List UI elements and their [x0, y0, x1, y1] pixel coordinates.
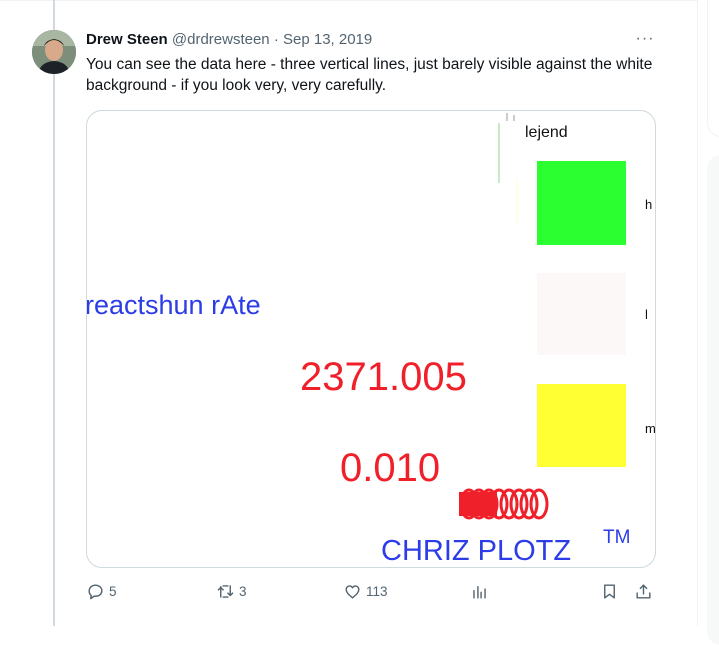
joke-plot: lejend h l m reactshun rAte 2371.005 0.0…	[87, 113, 655, 567]
heart-icon	[345, 584, 360, 599]
trademark-mark: TM	[603, 527, 630, 548]
like-count: 113	[366, 583, 388, 599]
tick-label-top: 2371.005	[300, 355, 467, 399]
reply-button[interactable]: 5	[86, 578, 117, 604]
sidebar-panel	[707, 155, 719, 645]
tweet-date[interactable]: Sep 13, 2019	[283, 31, 372, 48]
sidebar-card	[707, 0, 719, 137]
tweet-media-image[interactable]: lejend h l m reactshun rAte 2371.005 0.0…	[86, 110, 656, 568]
thread-line	[53, 0, 55, 626]
legend-swatch-m	[537, 384, 626, 467]
legend-title: lejend	[525, 124, 568, 141]
reply-count: 5	[109, 583, 117, 599]
retweet-button[interactable]: 3	[216, 578, 247, 604]
view-analytics-button[interactable]	[470, 578, 489, 604]
bookmark-button[interactable]	[600, 578, 619, 604]
display-name[interactable]: Drew Steen	[86, 31, 168, 48]
legend-label-m: m	[645, 421, 655, 436]
retweet-icon	[217, 584, 234, 598]
user-handle[interactable]: @drdrewsteen	[172, 31, 270, 48]
more-options-button[interactable]: ···	[633, 30, 657, 50]
tweet-text: You can see the data here - three vertic…	[86, 56, 653, 94]
share-icon	[636, 583, 651, 599]
retweet-count: 3	[239, 583, 247, 599]
y-axis-label: reactshun rAte	[87, 290, 261, 320]
overprinted-blob	[459, 492, 497, 516]
avatar[interactable]	[32, 30, 76, 74]
bookmark-icon	[604, 583, 615, 599]
legend-swatch-h	[537, 161, 626, 245]
top-divider	[0, 0, 697, 1]
like-button[interactable]: 113	[343, 578, 388, 604]
legend-label-h: h	[645, 197, 652, 212]
tweet-header: Drew Steen @drdrewsteen · Sep 13, 2019	[86, 30, 372, 50]
legend-label-l: l	[645, 307, 648, 322]
share-button[interactable]	[634, 578, 653, 604]
legend-swatch-l	[537, 273, 626, 355]
tick-label-bottom: 0.010	[340, 446, 440, 490]
tweet-actions: 5 3 113	[86, 578, 658, 604]
analytics-icon	[473, 585, 486, 599]
reply-icon	[88, 583, 103, 599]
header-separator: ·	[273, 31, 279, 48]
chart-credit: CHRIZ PLOTZ	[381, 535, 571, 567]
